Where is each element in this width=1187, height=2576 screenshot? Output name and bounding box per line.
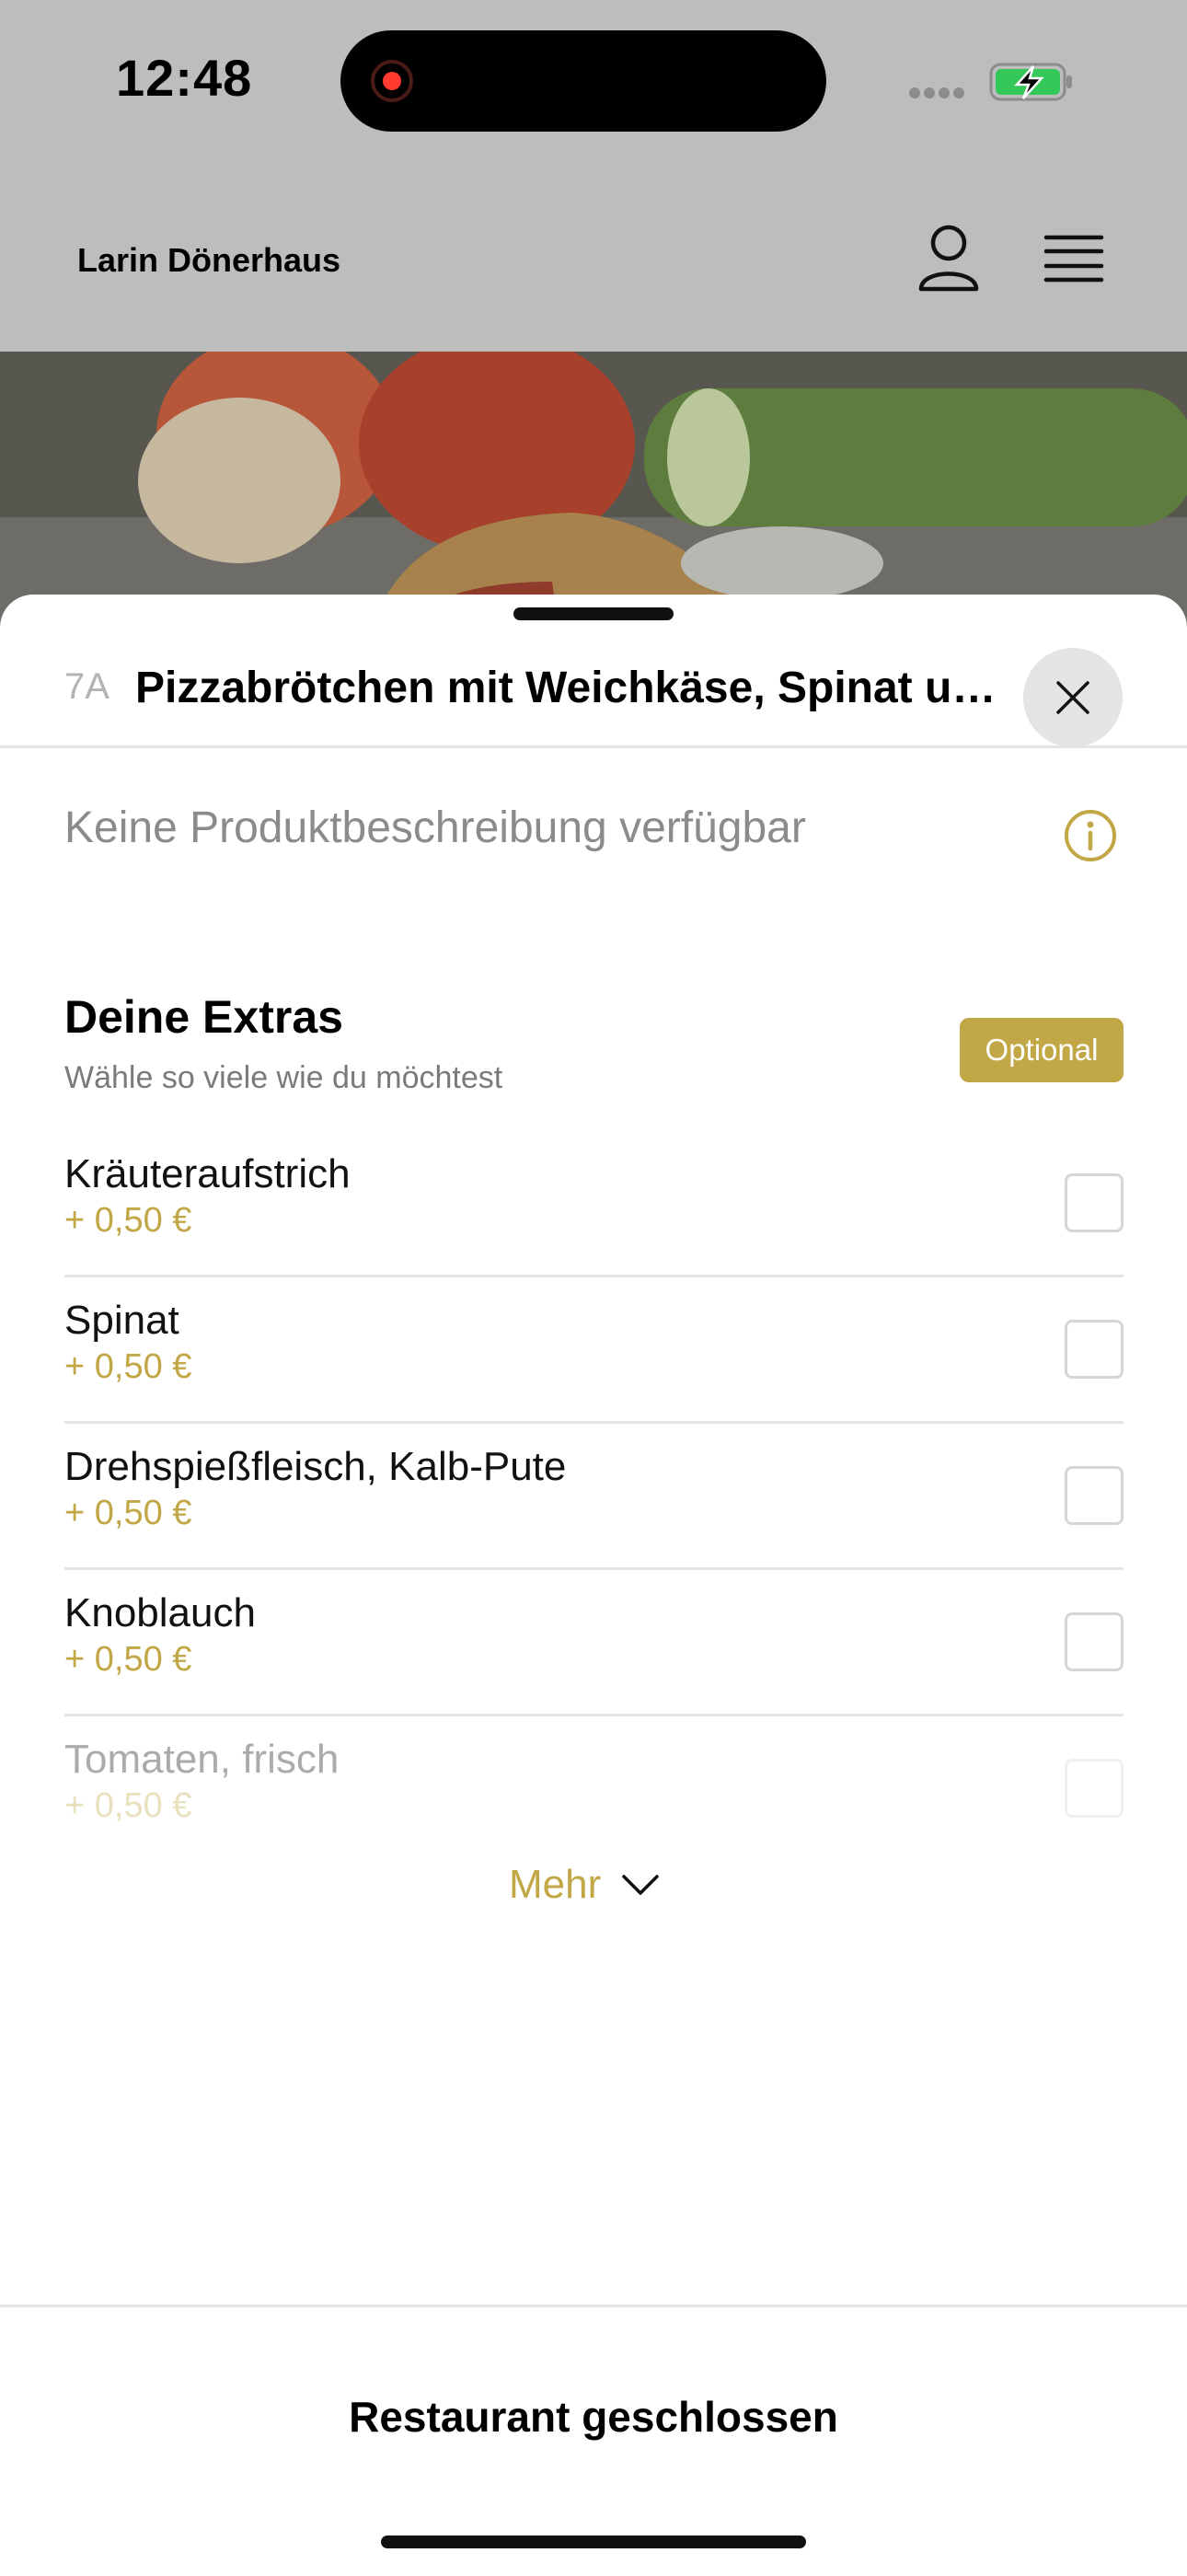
extras-list: Kräuteraufstrich + 0,50 € Spinat + 0,50 … (64, 1131, 1124, 1860)
menu-icon[interactable] (1043, 234, 1104, 283)
extra-option-price: + 0,50 € (64, 1786, 192, 1825)
battery-charging-icon (989, 63, 1072, 101)
info-icon[interactable] (1063, 808, 1118, 863)
extra-option-price: + 0,50 € (64, 1347, 192, 1386)
extra-option[interactable]: Tomaten, frisch + 0,50 € (64, 1716, 1124, 1860)
restaurant-closed-label: Restaurant geschlossen (349, 2393, 838, 2441)
extra-option-checkbox[interactable] (1065, 1466, 1124, 1525)
restaurant-name: Larin Dönerhaus (77, 241, 341, 279)
extra-option-checkbox[interactable] (1065, 1320, 1124, 1379)
extra-option-checkbox[interactable] (1065, 1612, 1124, 1671)
show-more-button[interactable]: Mehr (509, 1857, 660, 1912)
extra-option-name: Knoblauch (64, 1590, 256, 1635)
extra-option[interactable]: Knoblauch + 0,50 € (64, 1570, 1124, 1716)
extra-option-price: + 0,50 € (64, 1640, 192, 1679)
chevron-down-icon (622, 1875, 659, 1895)
home-indicator[interactable] (381, 2536, 806, 2548)
show-more-label: Mehr (509, 1862, 602, 1907)
dynamic-island (340, 30, 826, 132)
cellular-signal-icon (909, 87, 974, 98)
background-app: 12:48 Larin Dönerhaus (0, 0, 1187, 646)
extra-option-name: Drehspießfleisch, Kalb-Pute (64, 1444, 567, 1489)
extra-option-price: + 0,50 € (64, 1201, 192, 1240)
extra-option[interactable]: Drehspießfleisch, Kalb-Pute + 0,50 € (64, 1424, 1124, 1570)
extras-subtitle: Wähle so viele wie du möchtest (64, 1060, 503, 1095)
extra-option-price: + 0,50 € (64, 1494, 192, 1532)
optional-badge: Optional (960, 1018, 1124, 1082)
extra-option-name: Spinat (64, 1298, 179, 1343)
app-header: Larin Dönerhaus (0, 166, 1187, 352)
sheet-grabber[interactable] (513, 607, 674, 620)
extra-option[interactable]: Spinat + 0,50 € (64, 1277, 1124, 1424)
extra-option-name: Kräuteraufstrich (64, 1151, 351, 1196)
close-button[interactable] (1023, 648, 1123, 747)
recording-indicator-icon (371, 60, 413, 102)
product-title: Pizzabrötchen mit Weichkäse, Spinat und … (135, 664, 1019, 712)
product-description: Keine Produktbeschreibung verfügbar (64, 803, 806, 852)
user-icon[interactable] (916, 223, 981, 293)
sheet-header: 7A Pizzabrötchen mit Weichkäse, Spinat u… (0, 631, 1187, 748)
extra-option-checkbox[interactable] (1065, 1173, 1124, 1232)
status-bar: 12:48 (0, 0, 1187, 166)
product-code: 7A (64, 666, 109, 707)
extra-option-name: Tomaten, frisch (64, 1737, 340, 1782)
product-sheet: 7A Pizzabrötchen mit Weichkäse, Spinat u… (0, 595, 1187, 2573)
close-icon (1056, 681, 1089, 714)
status-time: 12:48 (116, 49, 253, 107)
extra-option-checkbox[interactable] (1065, 1759, 1124, 1818)
extras-title: Deine Extras (64, 991, 343, 1043)
extra-option[interactable]: Kräuteraufstrich + 0,50 € (64, 1131, 1124, 1277)
